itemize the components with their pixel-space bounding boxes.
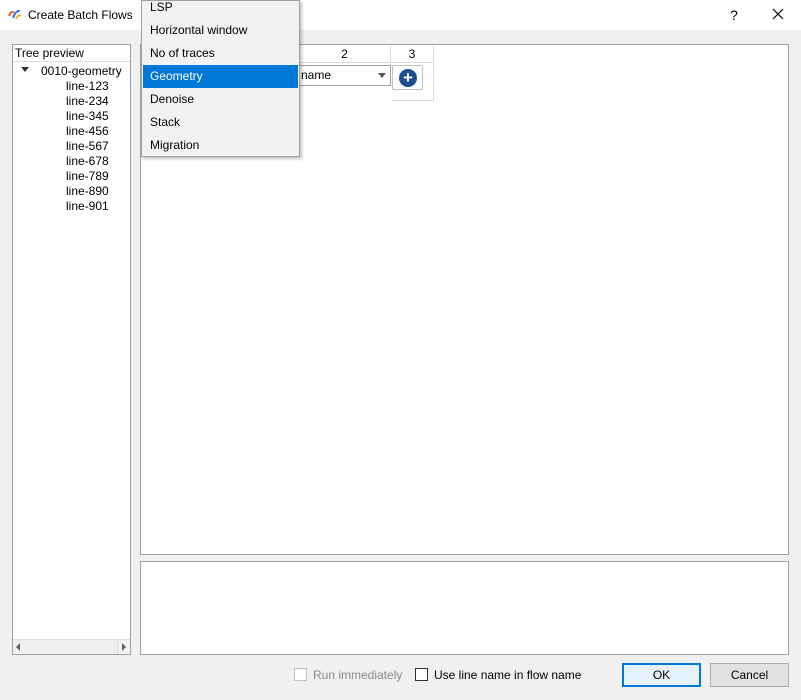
checkbox-box[interactable] bbox=[294, 668, 307, 681]
add-step-button[interactable]: + bbox=[392, 65, 423, 90]
tree-item[interactable]: line-789 bbox=[66, 169, 109, 184]
menu-item-migration[interactable]: Migration bbox=[143, 134, 298, 157]
tree-preview-header: Tree preview bbox=[13, 45, 130, 62]
step-combobox[interactable]: name bbox=[296, 65, 391, 86]
use-line-name-label: Use line name in flow name bbox=[434, 668, 582, 682]
tree-item[interactable]: line-123 bbox=[66, 79, 109, 94]
menu-item-stack[interactable]: Stack bbox=[143, 111, 298, 134]
close-icon[interactable] bbox=[766, 4, 790, 26]
tree-item[interactable]: line-567 bbox=[66, 139, 109, 154]
tree-item[interactable]: line-234 bbox=[66, 94, 109, 109]
tree-item[interactable]: line-890 bbox=[66, 184, 109, 199]
scroll-left-icon[interactable] bbox=[16, 643, 20, 651]
horizontal-scrollbar[interactable] bbox=[13, 639, 130, 654]
plus-circle-icon: + bbox=[399, 69, 417, 87]
tree-item[interactable]: line-678 bbox=[66, 154, 109, 169]
tree-children: line-123 line-234 line-345 line-456 line… bbox=[66, 79, 109, 214]
menu-item-geometry[interactable]: Geometry bbox=[143, 65, 298, 88]
app-icon bbox=[7, 7, 23, 23]
column-header-2[interactable]: 2 bbox=[299, 45, 391, 63]
menu-item-horizontal-window[interactable]: Horizontal window bbox=[143, 19, 298, 42]
menu-item-no-of-traces[interactable]: No of traces bbox=[143, 42, 298, 65]
tree-root-label: 0010-geometry bbox=[41, 64, 122, 78]
tree-item[interactable]: line-345 bbox=[66, 109, 109, 124]
cancel-button[interactable]: Cancel bbox=[710, 663, 789, 687]
run-immediately-label: Run immediately bbox=[313, 668, 403, 682]
ok-button[interactable]: OK bbox=[622, 663, 701, 687]
combobox-value: name bbox=[301, 68, 332, 82]
tree-preview-panel[interactable]: Tree preview 0010-geometry line-123 line… bbox=[12, 44, 131, 655]
menu-item-denoise[interactable]: Denoise bbox=[143, 88, 298, 111]
menu-item-lsp[interactable]: LSP bbox=[143, 0, 298, 19]
window-title: Create Batch Flows bbox=[28, 8, 133, 22]
chevron-down-icon[interactable] bbox=[378, 73, 386, 78]
tree-item[interactable]: line-901 bbox=[66, 199, 109, 214]
scrollbar-divider bbox=[117, 640, 118, 654]
step-dropdown-menu: LSP Horizontal window No of traces Geome… bbox=[141, 0, 300, 157]
tree-item[interactable]: line-456 bbox=[66, 124, 109, 139]
title-bar: Create Batch Flows ? bbox=[0, 0, 801, 30]
help-button[interactable]: ? bbox=[722, 4, 746, 26]
checkbox-box[interactable] bbox=[415, 668, 428, 681]
details-panel bbox=[140, 561, 789, 655]
expand-arrow-icon[interactable] bbox=[21, 67, 29, 72]
column-header-3[interactable]: 3 bbox=[391, 45, 434, 63]
scroll-right-icon[interactable] bbox=[122, 643, 126, 651]
